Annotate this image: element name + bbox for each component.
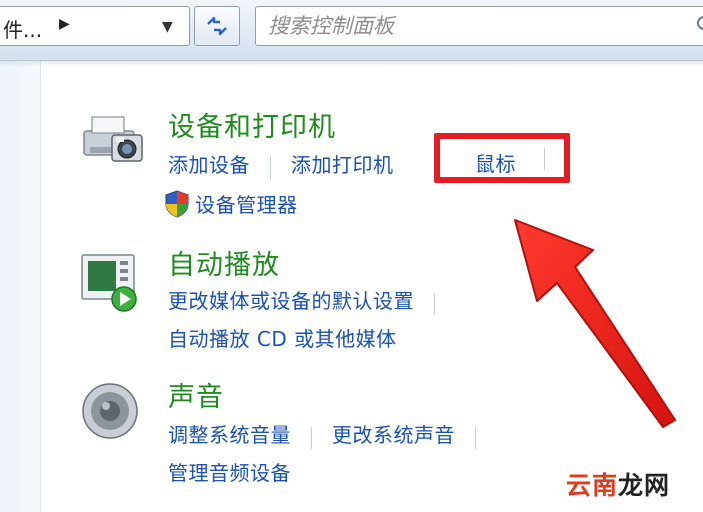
device-manager-row: 设备管理器 [164,189,298,218]
sound-links-row-2: 管理音频设备 [168,457,291,486]
manage-audio-devices-link[interactable]: 管理音频设备 [168,461,291,485]
change-media-defaults-link[interactable]: 更改媒体或设备的默认设置 [168,289,414,313]
search-input[interactable] [266,11,690,41]
link-separator [311,426,312,449]
divider [0,61,703,67]
change-system-sounds-link[interactable]: 更改系统声音 [332,423,455,447]
autoplay-icon [76,251,146,317]
printer-camera-icon [76,107,146,173]
link-separator [270,156,271,179]
refresh-button[interactable] [194,6,240,46]
refresh-icon [207,16,227,36]
chevron-down-icon[interactable]: ▼ [162,19,173,35]
search-box[interactable] [255,6,703,46]
sound-title[interactable]: 声音 [168,375,224,414]
address-bar[interactable]: 件... ▶ ▼ [0,6,190,46]
watermark-part-2: 龙网 [618,471,671,500]
speaker-icon [76,379,146,445]
device-manager-link[interactable]: 设备管理器 [195,193,298,217]
shield-icon [165,189,189,218]
mouse-link[interactable]: 鼠标 [475,148,516,177]
autoplay-title[interactable]: 自动播放 [168,243,280,282]
link-separator [475,426,476,449]
watermark-logo: 云南龙网 [566,466,670,502]
top-toolbar: 件... ▶ ▼ [0,0,703,61]
link-separator [544,148,545,170]
adjust-volume-link[interactable]: 调整系统音量 [168,423,291,447]
autoplay-links-row-2: 自动播放 CD 或其他媒体 [168,323,397,352]
red-arrow-icon [514,219,676,428]
left-pane [0,61,41,512]
add-printer-link[interactable]: 添加打印机 [291,153,394,177]
search-icon[interactable] [696,15,703,39]
watermark-part-1: 云南 [566,471,619,500]
breadcrumb-arrow-icon[interactable]: ▶ [59,16,70,32]
devices-and-printers-title[interactable]: 设备和打印机 [168,105,336,144]
link-separator [434,292,435,315]
add-device-link[interactable]: 添加设备 [168,153,250,177]
address-text: 件... [3,18,43,42]
autoplay-links-row: 更改媒体或设备的默认设置 [168,285,455,315]
sound-links-row: 调整系统音量 更改系统声音 [168,419,496,449]
devices-links-row: 添加设备 添加打印机 [168,149,394,179]
autoplay-cd-link[interactable]: 自动播放 CD 或其他媒体 [168,327,397,351]
